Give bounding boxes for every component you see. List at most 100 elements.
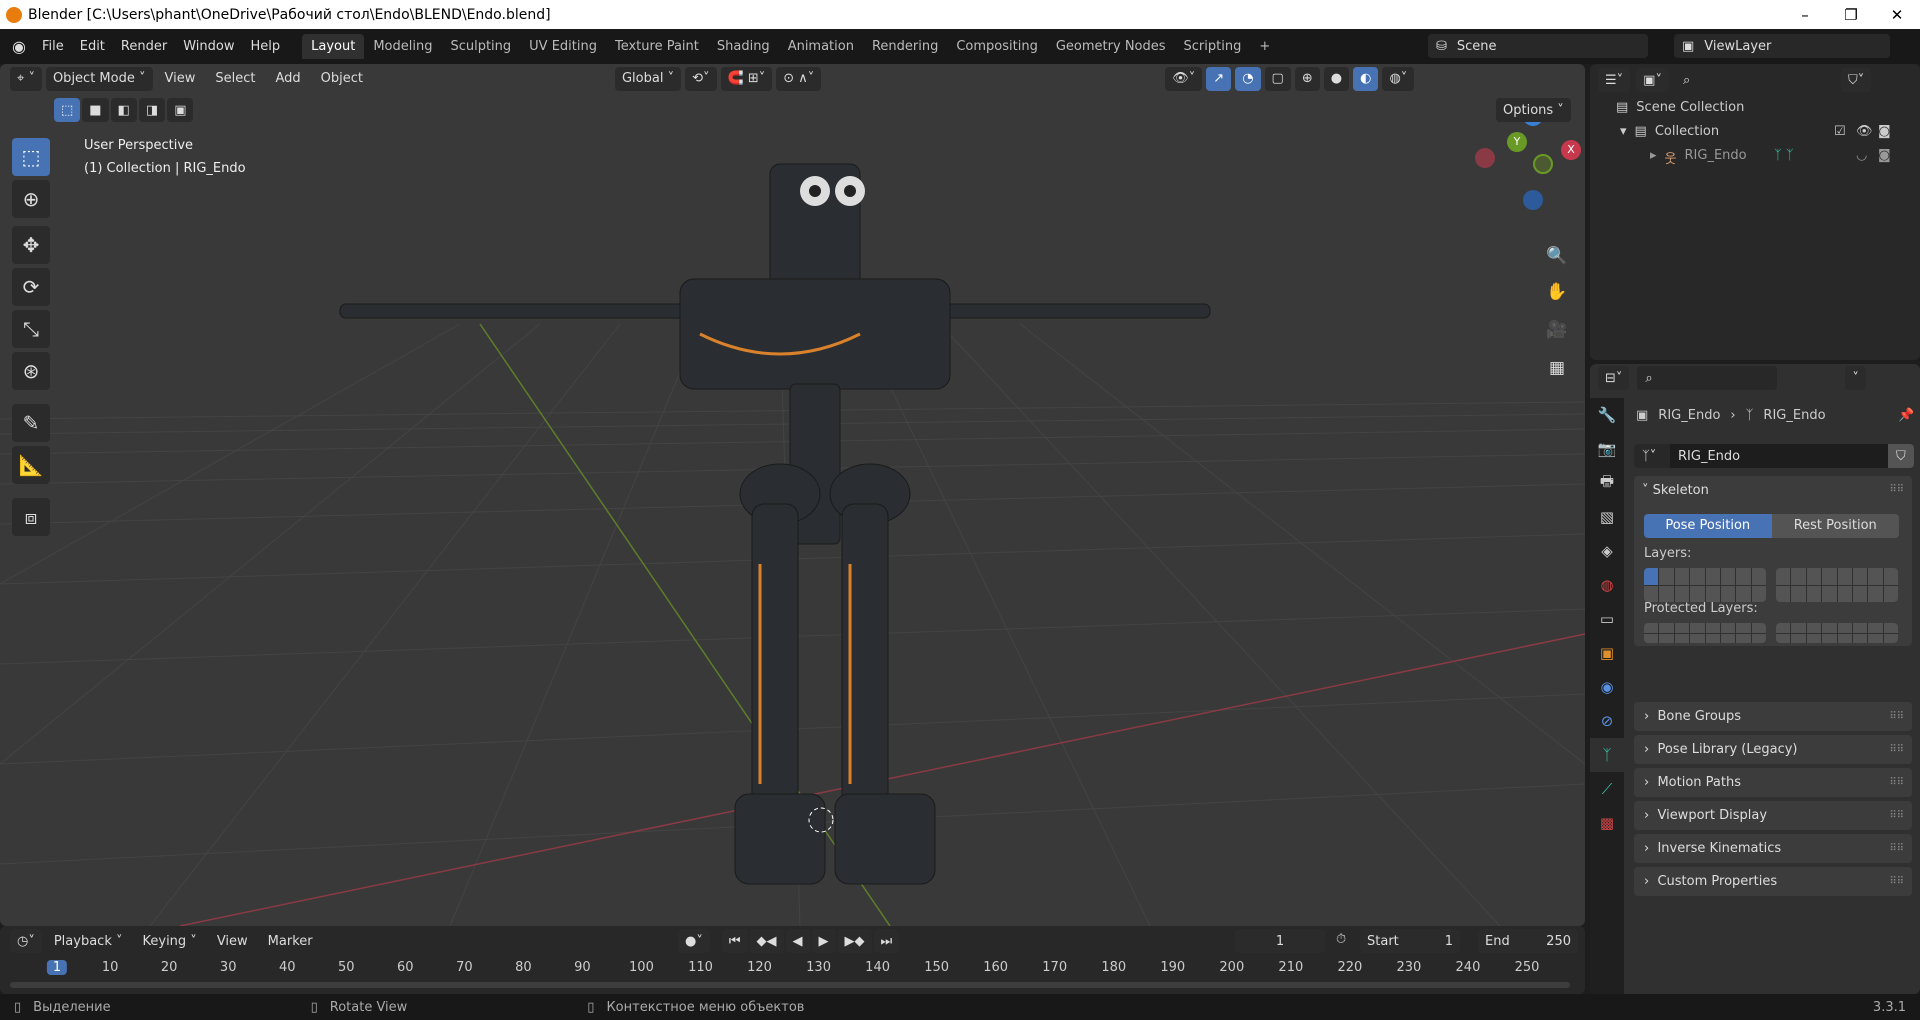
outliner-type-icon[interactable]: ☰˅: [1598, 68, 1631, 92]
output-tab-icon[interactable]: 🖶: [1590, 466, 1624, 500]
gizmo-toggle[interactable]: ↗: [1206, 66, 1232, 91]
orientation-selector[interactable]: Global ˅: [614, 66, 682, 91]
eye-icon[interactable]: 👁: [1856, 124, 1873, 139]
tab-texture-paint[interactable]: Texture Paint: [606, 34, 708, 59]
viewport-menu-select[interactable]: Select: [207, 71, 263, 86]
proportional-edit-toggle[interactable]: ⊙ ∧˅: [776, 66, 822, 91]
move-tool[interactable]: ✥: [12, 226, 50, 264]
select-new-icon[interactable]: ⬚: [54, 98, 81, 122]
editor-type-button[interactable]: ⌖ ˅: [10, 66, 42, 91]
physics-tab-icon[interactable]: ◉: [1590, 670, 1624, 704]
rest-position-button[interactable]: Rest Position: [1771, 514, 1899, 538]
view-layer-tab-icon[interactable]: ▧: [1590, 500, 1624, 534]
pin-icon[interactable]: 📌: [1898, 408, 1914, 423]
tab-compositing[interactable]: Compositing: [947, 34, 1047, 59]
pose-position-button[interactable]: Pose Position: [1644, 514, 1772, 538]
display-mode-icon[interactable]: ▣˅: [1636, 68, 1669, 92]
viewport-menu-object[interactable]: Object: [313, 71, 371, 86]
camera-icon[interactable]: ◙: [1878, 124, 1891, 139]
viewport-display-panel[interactable]: › Viewport Display ⠿⠿: [1634, 801, 1912, 830]
constraints-tab-icon[interactable]: ⊘: [1590, 704, 1624, 738]
bone-tab-icon[interactable]: ⟋: [1590, 772, 1624, 806]
gizmo-neg-x[interactable]: [1475, 148, 1495, 168]
expand-arrow-icon[interactable]: ▾: [1620, 124, 1627, 139]
gizmo-y[interactable]: Y: [1507, 132, 1527, 152]
rotate-tool[interactable]: ⟳: [12, 268, 50, 306]
scale-tool[interactable]: ⤡: [12, 310, 50, 348]
shading-solid[interactable]: ●: [1323, 66, 1350, 91]
shading-rendered[interactable]: ◍˅: [1382, 66, 1415, 91]
outliner-collection[interactable]: ▾ ▤ Collection ☑ 👁 ◙: [1620, 124, 1920, 139]
options-button[interactable]: Options ˅: [1496, 98, 1571, 122]
armature-browse-icon[interactable]: ᛉ˅: [1634, 444, 1670, 468]
bone-groups-panel[interactable]: › Bone Groups ⠿⠿: [1634, 702, 1912, 731]
drag-handle-icon[interactable]: ⠿⠿: [1889, 777, 1904, 788]
robot-endoskeleton-model[interactable]: [0, 64, 1585, 926]
shading-wireframe[interactable]: ⊕: [1294, 66, 1320, 91]
add-cube-tool[interactable]: ⧈: [12, 498, 50, 536]
outliner-search-input[interactable]: ⌕: [1674, 68, 1815, 92]
tab-geometry-nodes[interactable]: Geometry Nodes: [1047, 34, 1175, 59]
gizmo-neg-z[interactable]: [1523, 190, 1543, 210]
properties-search-input[interactable]: ⌕: [1637, 366, 1778, 390]
object-tab-icon[interactable]: ▣: [1590, 636, 1624, 670]
menu-help[interactable]: Help: [242, 39, 288, 54]
3d-viewport[interactable]: User Perspective (1) Collection | RIG_En…: [0, 64, 1585, 926]
shading-material[interactable]: ◐: [1353, 66, 1379, 91]
viewport-menu-view[interactable]: View: [157, 71, 204, 86]
pan-hand-icon[interactable]: ✋: [1542, 277, 1572, 307]
pivot-selector[interactable]: ⟲˅: [685, 66, 717, 91]
drag-handle-icon[interactable]: ⠿⠿: [1889, 876, 1904, 887]
outliner-object-rig[interactable]: ▸ 웃 RIG_Endo ᛉ ᛉ ◡ ◙: [1650, 148, 1920, 167]
tab-layout[interactable]: Layout: [302, 34, 365, 59]
gizmo-neg-y[interactable]: [1533, 154, 1553, 174]
drag-handle-icon[interactable]: ⠿⠿: [1889, 711, 1904, 722]
tab-sculpting[interactable]: Sculpting: [441, 34, 520, 59]
texture-tab-icon[interactable]: ▩: [1590, 806, 1624, 840]
motion-paths-panel[interactable]: › Motion Paths ⠿⠿: [1634, 768, 1912, 797]
layer-active[interactable]: [1644, 568, 1659, 585]
protected-layers-grid[interactable]: [1644, 623, 1898, 643]
armature-datablock-selector[interactable]: ᛉ˅ RIG_Endo ⛉: [1634, 444, 1914, 468]
mode-selector[interactable]: Object Mode ˅: [45, 66, 153, 91]
minimize-button[interactable]: –: [1782, 0, 1828, 29]
filter-icon[interactable]: ⛉˅: [1840, 68, 1872, 92]
viewport-menu-add[interactable]: Add: [267, 71, 308, 86]
properties-type-icon[interactable]: ⊟˅: [1598, 366, 1630, 390]
drag-handle-icon[interactable]: ⠿⠿: [1889, 744, 1904, 755]
pose-library-panel[interactable]: › Pose Library (Legacy) ⠿⠿: [1634, 735, 1912, 764]
scene-tab-icon[interactable]: ◈: [1590, 534, 1624, 568]
layers-grid[interactable]: [1644, 568, 1898, 602]
render-tab-icon[interactable]: 📷: [1590, 432, 1624, 466]
tab-modeling[interactable]: Modeling: [364, 34, 441, 59]
tool-tab-icon[interactable]: 🔧: [1590, 398, 1624, 432]
menu-file[interactable]: File: [34, 39, 72, 54]
camera-icon[interactable]: ◙: [1878, 148, 1891, 163]
overlays-toggle[interactable]: ◔: [1235, 66, 1261, 91]
select-intersect-icon[interactable]: ▣: [167, 98, 194, 122]
collection-tab-icon[interactable]: ▭: [1590, 602, 1624, 636]
measure-tool[interactable]: 📐: [12, 446, 50, 484]
add-workspace-button[interactable]: +: [1250, 34, 1279, 59]
tab-rendering[interactable]: Rendering: [863, 34, 947, 59]
outliner-scene-collection[interactable]: ▤ Scene Collection: [1616, 100, 1744, 115]
camera-view-icon[interactable]: 🎥: [1542, 315, 1572, 345]
select-box-tool[interactable]: ⬚: [12, 138, 50, 176]
menu-render[interactable]: Render: [113, 39, 175, 54]
drag-handle-icon[interactable]: ⠿⠿: [1889, 484, 1904, 495]
blender-menu-icon[interactable]: ◉: [0, 37, 34, 56]
zoom-icon[interactable]: 🔍: [1542, 241, 1572, 271]
close-button[interactable]: ✕: [1874, 0, 1920, 29]
custom-properties-panel[interactable]: › Custom Properties ⠿⠿: [1634, 867, 1912, 896]
tab-scripting[interactable]: Scripting: [1175, 34, 1251, 59]
tab-animation[interactable]: Animation: [779, 34, 863, 59]
select-invert-icon[interactable]: ◨: [138, 98, 166, 122]
tab-uv-editing[interactable]: UV Editing: [520, 34, 606, 59]
transform-tool[interactable]: ⊛: [12, 352, 50, 390]
expand-arrow-icon[interactable]: ▸: [1650, 148, 1657, 167]
cursor-tool[interactable]: ⊕: [12, 180, 50, 218]
menu-edit[interactable]: Edit: [72, 39, 113, 54]
snap-toggle[interactable]: 🧲 ⊞˅: [720, 66, 773, 91]
xray-toggle[interactable]: ▢: [1264, 66, 1291, 91]
annotate-tool[interactable]: ✎: [12, 404, 50, 442]
